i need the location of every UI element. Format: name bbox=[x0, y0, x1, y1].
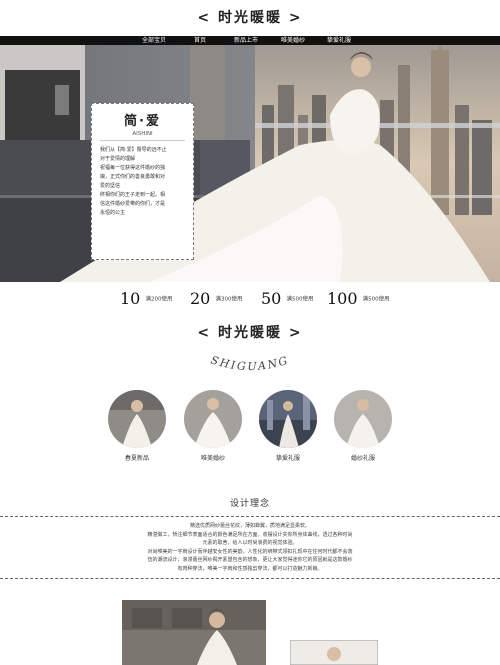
coupon-condition: 满300使用 bbox=[215, 296, 243, 303]
product-photo-2[interactable] bbox=[290, 640, 378, 665]
nav-item-all-products[interactable]: 全部宝贝 bbox=[142, 36, 166, 45]
coupon-condition: 满200使用 bbox=[145, 296, 173, 303]
coupon-20[interactable]: 20 满300使用 bbox=[190, 288, 242, 310]
concept-line: 精选优质网纱蕾丝花纹，薄如蝉翼，质地满足显柔软。 bbox=[189, 523, 310, 529]
concept-line: 元素的取舍，给人以时尚浪费的视觉体验。 bbox=[202, 540, 298, 546]
product-photo-1[interactable] bbox=[122, 600, 266, 665]
script-title-text: SHIGUANG bbox=[209, 354, 289, 374]
coupon-10[interactable]: 10 满200使用 bbox=[120, 288, 172, 310]
nav-item-new-arrivals[interactable]: 新品上市 bbox=[234, 36, 258, 45]
card-text-line: 祝福每一位获得这件婚纱的独 bbox=[100, 165, 166, 171]
coupon-strip: 10 满200使用 20 满300使用 50 满500使用 100 满500使用 bbox=[0, 288, 500, 310]
card-subtitle: AISHINI bbox=[100, 131, 185, 141]
card-text-line: 对于爱情的理解 bbox=[100, 156, 136, 162]
header-title: < 时光暖暖 > bbox=[197, 10, 303, 26]
coupon-condition: 满500使用 bbox=[286, 296, 314, 303]
section-title: < 时光暖暖 > bbox=[197, 325, 303, 341]
concept-line: 有肉种穿法，唯美一字肩和性感独剪穿法，都可以打造魅力新娘。 bbox=[177, 565, 323, 572]
category-thumb-gown[interactable] bbox=[259, 390, 317, 448]
category-label[interactable]: 唯美婚纱 bbox=[173, 453, 253, 462]
category-label[interactable]: 挚爱礼服 bbox=[248, 453, 328, 462]
coupon-100[interactable]: 100 满500使用 bbox=[327, 288, 390, 310]
nav-bar: 全部宝贝 首页 新品上市 唯美婚纱 挚爱礼服 bbox=[0, 36, 500, 45]
section-script-title: SHIGUANG bbox=[0, 345, 500, 384]
coupon-condition: 满500使用 bbox=[362, 296, 390, 303]
coupon-50[interactable]: 50 满500使用 bbox=[261, 288, 313, 310]
nav-item-home[interactable]: 首页 bbox=[194, 36, 206, 45]
coupon-amount: 100 bbox=[327, 289, 358, 308]
hero-photo bbox=[0, 45, 500, 282]
concept-title: 设计理念 bbox=[229, 499, 270, 509]
card-text-line: 信这件婚纱爱带的你们，才是 bbox=[100, 201, 166, 207]
coupon-amount: 20 bbox=[190, 289, 211, 308]
nav-item-wedding-dresses[interactable]: 唯美婚纱 bbox=[281, 36, 305, 45]
concept-line: 精湛做工，矫注细节表面适合的颜色满足所在方面，收摆设计实你所身体曲线，透过各种时… bbox=[147, 531, 353, 538]
nav-item-evening-gowns[interactable]: 挚爱礼服 bbox=[327, 36, 351, 45]
category-thumb-wedding[interactable] bbox=[184, 390, 242, 448]
divider bbox=[0, 516, 500, 517]
category-thumb-dress[interactable] bbox=[334, 390, 392, 448]
hero-story-card: 简·爱 AISHINI 我们从【简·爱】督导的远不止 对于爱情的理解 祝福每一位… bbox=[91, 103, 194, 260]
divider bbox=[0, 578, 500, 579]
category-label[interactable]: 春夏新品 bbox=[97, 453, 177, 462]
hero-banner[interactable]: 简·爱 AISHINI 我们从【简·爱】督导的远不止 对于爱情的理解 祝福每一位… bbox=[0, 45, 500, 282]
card-text-line: 爱的坚信 bbox=[100, 183, 121, 189]
concept-line: 伍的潮流设计，浪漫蕾丝网纱揭开素盟包含的想象，更让大家觉得迷你它的原因就是这款婚… bbox=[147, 557, 353, 563]
svg-text:SHIGUANG: SHIGUANG bbox=[209, 354, 291, 374]
card-text-line: 我们从【简·爱】督导的远不止 bbox=[100, 147, 167, 153]
coupon-amount: 50 bbox=[261, 289, 282, 308]
card-text-line: 永恒的公主 bbox=[100, 210, 126, 216]
category-label[interactable]: 婚纱礼服 bbox=[323, 453, 403, 462]
concept-line: 对尚唯美的一字肩设计而伴越安女性的美韵，人性化的绑带式领扣扎现中在住何时代都不会… bbox=[147, 548, 353, 555]
card-text-line: 娘，正式你们的善良勇敢和对 bbox=[100, 174, 166, 180]
card-text-line: 终相你们的王子走到一起。相 bbox=[100, 192, 166, 198]
category-thumb-spring[interactable] bbox=[108, 390, 166, 448]
coupon-amount: 10 bbox=[120, 289, 141, 308]
card-title: 简·爱 bbox=[124, 114, 161, 129]
concept-text: 精选优质网纱蕾丝花纹，薄如蝉翼，质地满足显柔软。 精湛做工，矫注细节表面适合的颜… bbox=[120, 522, 380, 573]
